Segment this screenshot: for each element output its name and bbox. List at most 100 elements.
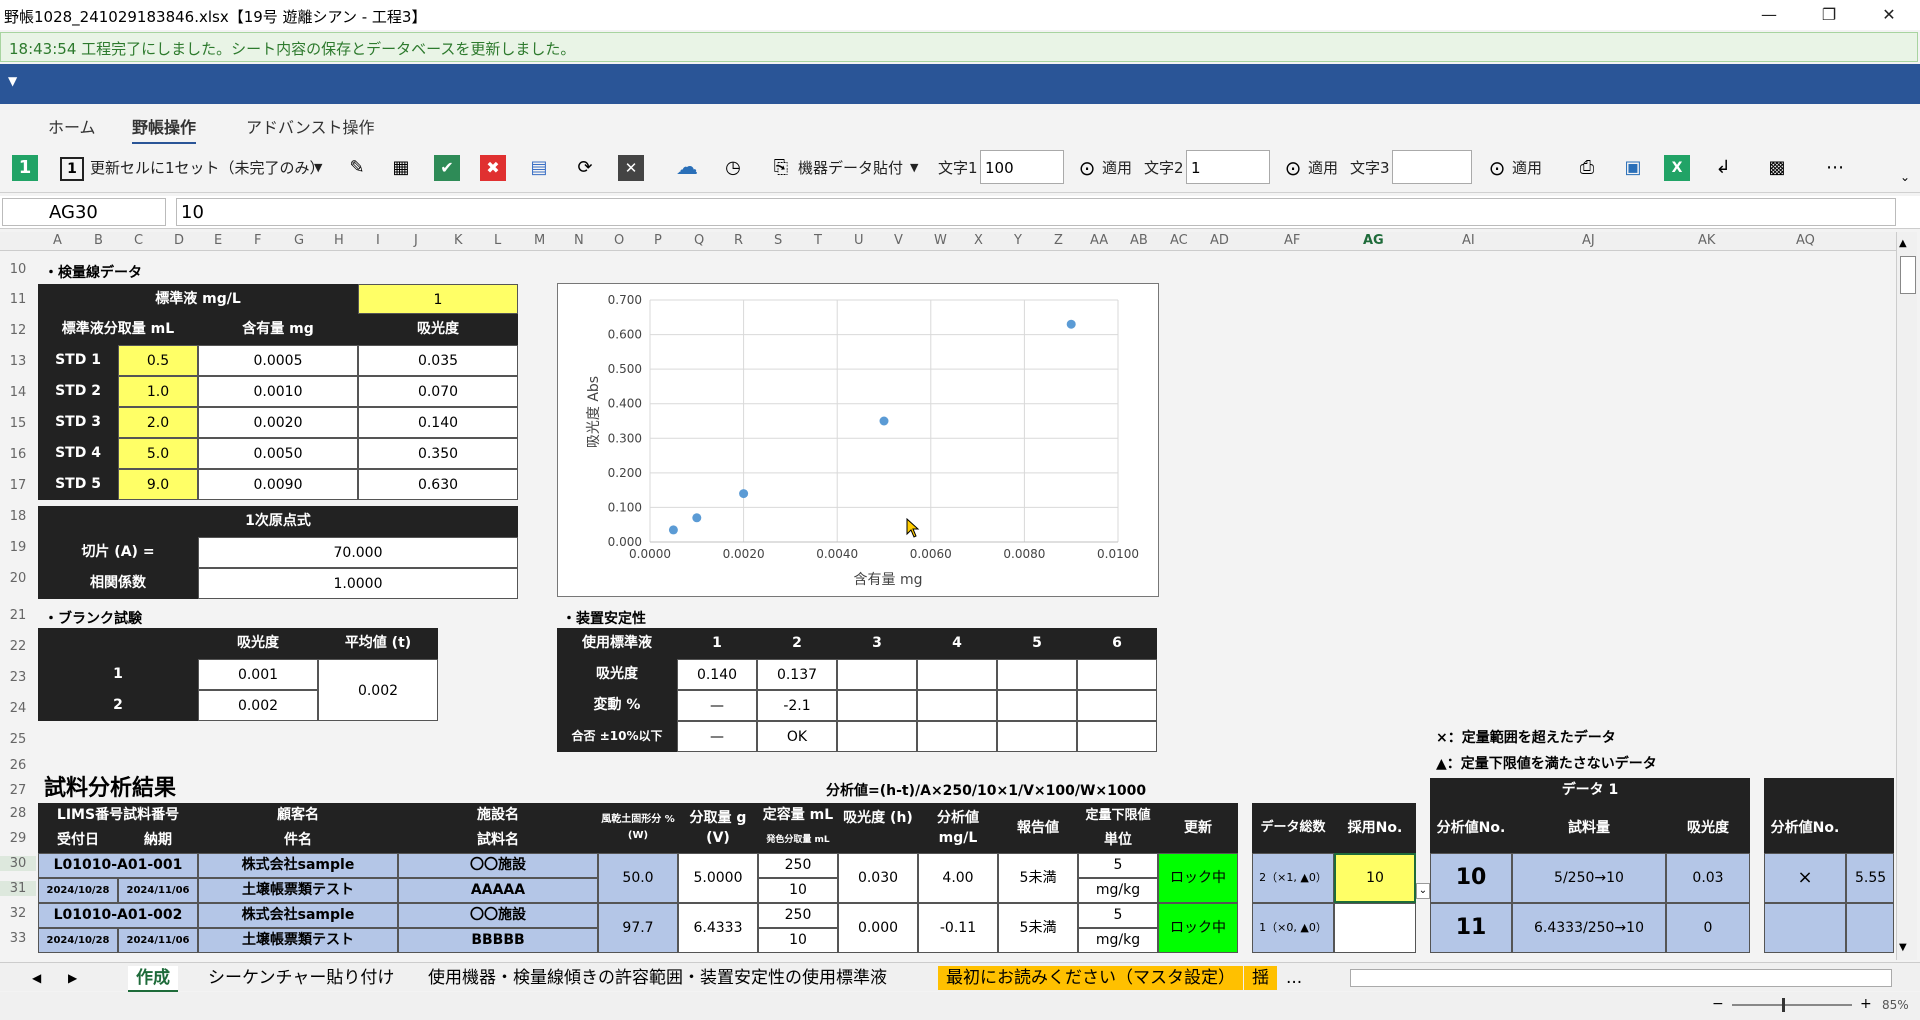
zoom-slider[interactable]: [1732, 1004, 1852, 1006]
stab-var[interactable]: [837, 690, 917, 721]
r-vol[interactable]: 250: [758, 853, 838, 878]
stab-pass[interactable]: [1077, 721, 1157, 752]
col-header[interactable]: Z: [1054, 233, 1063, 248]
minimize-button[interactable]: —: [1746, 0, 1792, 30]
stab-abs[interactable]: [917, 659, 997, 690]
col-header[interactable]: S: [774, 233, 782, 248]
clear-icon[interactable]: ✕: [618, 155, 644, 181]
col-header[interactable]: AB: [1130, 233, 1148, 248]
r-report[interactable]: 5未満: [998, 853, 1078, 903]
r-vol2[interactable]: 10: [758, 878, 838, 903]
col-header[interactable]: P: [654, 233, 662, 248]
std-row-content[interactable]: 0.0005: [198, 345, 358, 376]
stab-var[interactable]: —: [677, 690, 757, 721]
r-d2-val[interactable]: [1846, 903, 1894, 953]
std-row-vol[interactable]: 1.0: [118, 376, 198, 407]
r-lims[interactable]: L01010-A01-002: [38, 903, 198, 928]
horizontal-scrollbar[interactable]: [1350, 969, 1892, 987]
r-unit[interactable]: mg/kg: [1078, 878, 1158, 903]
r-due[interactable]: 2024/11/06: [118, 928, 198, 953]
r-subject[interactable]: 土壌帳票類テスト: [198, 928, 398, 953]
row-header[interactable]: 25: [0, 732, 36, 747]
r-facility[interactable]: 〇〇施設: [398, 903, 598, 928]
stab-abs[interactable]: 0.140: [677, 659, 757, 690]
table-icon[interactable]: ▤: [526, 155, 552, 181]
r-d-abs[interactable]: 0: [1666, 903, 1750, 953]
clock-icon[interactable]: ◷: [720, 155, 746, 181]
sheet-tab-partial[interactable]: 揺: [1244, 966, 1277, 990]
col-header[interactable]: AQ: [1796, 233, 1815, 248]
col-header[interactable]: K: [454, 233, 463, 248]
std-row-abs[interactable]: 0.035: [358, 345, 518, 376]
text3-input[interactable]: [1392, 150, 1472, 184]
refresh-icon[interactable]: ⟳: [572, 155, 598, 181]
col-header[interactable]: Y: [1014, 233, 1022, 248]
col-header[interactable]: AJ: [1582, 233, 1595, 248]
row-header[interactable]: 22: [0, 639, 36, 654]
sheet-tab-sequencer[interactable]: シーケンチャー貼り付け: [200, 966, 402, 990]
sheet-tab-create[interactable]: 作成: [128, 966, 178, 993]
calibration-chart[interactable]: 含有量 mg 吸光度 Abs 0.0000 0.0020 0.0040 0.0060 0…: [557, 283, 1159, 597]
more-icon[interactable]: ⋯: [1822, 155, 1848, 181]
device-data-paste-button[interactable]: 機器データ貼付: [798, 154, 903, 182]
pen-icon[interactable]: ✎: [344, 155, 370, 181]
col-header[interactable]: D: [174, 233, 184, 248]
col-header[interactable]: G: [294, 233, 304, 248]
col-header[interactable]: I: [376, 233, 380, 248]
sheet-tab-equipment[interactable]: 使用機器・検量線傾きの許容範囲・装置安定性の使用標準液: [420, 966, 895, 990]
row-header[interactable]: 29: [0, 831, 36, 846]
r-vol[interactable]: 250: [758, 903, 838, 928]
restore-button[interactable]: ❐: [1806, 0, 1852, 30]
sheet-tab-read-first[interactable]: 最初にお読みください（マスタ設定）: [938, 966, 1243, 990]
std-value[interactable]: 1: [358, 284, 518, 314]
row-header[interactable]: 12: [0, 323, 36, 338]
col-header[interactable]: AC: [1170, 233, 1188, 248]
text2-input[interactable]: 1: [1186, 150, 1270, 184]
r-total[interactable]: 2（×1, ▲0）: [1252, 853, 1334, 903]
ribbon-collapse-icon[interactable]: ⌄: [1892, 164, 1918, 190]
r-d2-no[interactable]: ×: [1764, 853, 1846, 903]
stab-var[interactable]: -2.1: [757, 690, 837, 721]
text1-input[interactable]: 100: [980, 150, 1064, 184]
r-total[interactable]: 1（×0, ▲0）: [1252, 903, 1334, 953]
zoom-out-icon[interactable]: −: [1712, 996, 1724, 1012]
excel-green-icon[interactable]: 1: [12, 155, 38, 181]
update-one-set-button[interactable]: 更新セルに1セット（未完了のみ）: [90, 154, 325, 182]
row-header[interactable]: 13: [0, 354, 36, 369]
apply2-button[interactable]: 適用: [1308, 154, 1338, 182]
col-header[interactable]: F: [254, 233, 261, 248]
row-header[interactable]: 23: [0, 670, 36, 685]
r-adopt[interactable]: [1334, 903, 1416, 953]
col-header[interactable]: AI: [1462, 233, 1475, 248]
r-facility[interactable]: 〇〇施設: [398, 853, 598, 878]
col-header[interactable]: X: [974, 233, 983, 248]
r-report[interactable]: 5未満: [998, 903, 1078, 953]
quick-access-toggle-icon[interactable]: ▼: [8, 74, 17, 88]
std-row-content[interactable]: 0.0050: [198, 438, 358, 469]
tab-advanced[interactable]: アドバンスト操作: [246, 114, 374, 138]
row-header[interactable]: 11: [0, 292, 36, 307]
one-set-icon[interactable]: 1: [60, 157, 84, 181]
stab-pass[interactable]: [837, 721, 917, 752]
std-row-vol[interactable]: 9.0: [118, 469, 198, 500]
scroll-down-icon[interactable]: ▼: [1899, 942, 1907, 953]
row-header[interactable]: 28: [0, 806, 36, 821]
row-header[interactable]: 33: [0, 931, 36, 946]
std-row-vol[interactable]: 2.0: [118, 407, 198, 438]
cross-icon[interactable]: ✖: [480, 155, 506, 181]
r-adopt-selected[interactable]: 10: [1334, 853, 1416, 903]
apply1-button[interactable]: 適用: [1102, 154, 1132, 182]
col-header[interactable]: J: [414, 233, 418, 248]
stab-var[interactable]: [1077, 690, 1157, 721]
r-client[interactable]: 株式会社sample: [198, 903, 398, 928]
stab-pass[interactable]: [997, 721, 1077, 752]
r-take[interactable]: 5.0000: [678, 853, 758, 903]
stab-abs[interactable]: [997, 659, 1077, 690]
row-header[interactable]: 27: [0, 783, 36, 798]
stab-abs[interactable]: [837, 659, 917, 690]
corr-value[interactable]: 1.0000: [198, 568, 518, 599]
row-header[interactable]: 31: [0, 881, 36, 896]
r-update-lock[interactable]: ロック中: [1158, 853, 1238, 903]
col-header[interactable]: C: [134, 233, 143, 248]
col-header[interactable]: R: [734, 233, 743, 248]
